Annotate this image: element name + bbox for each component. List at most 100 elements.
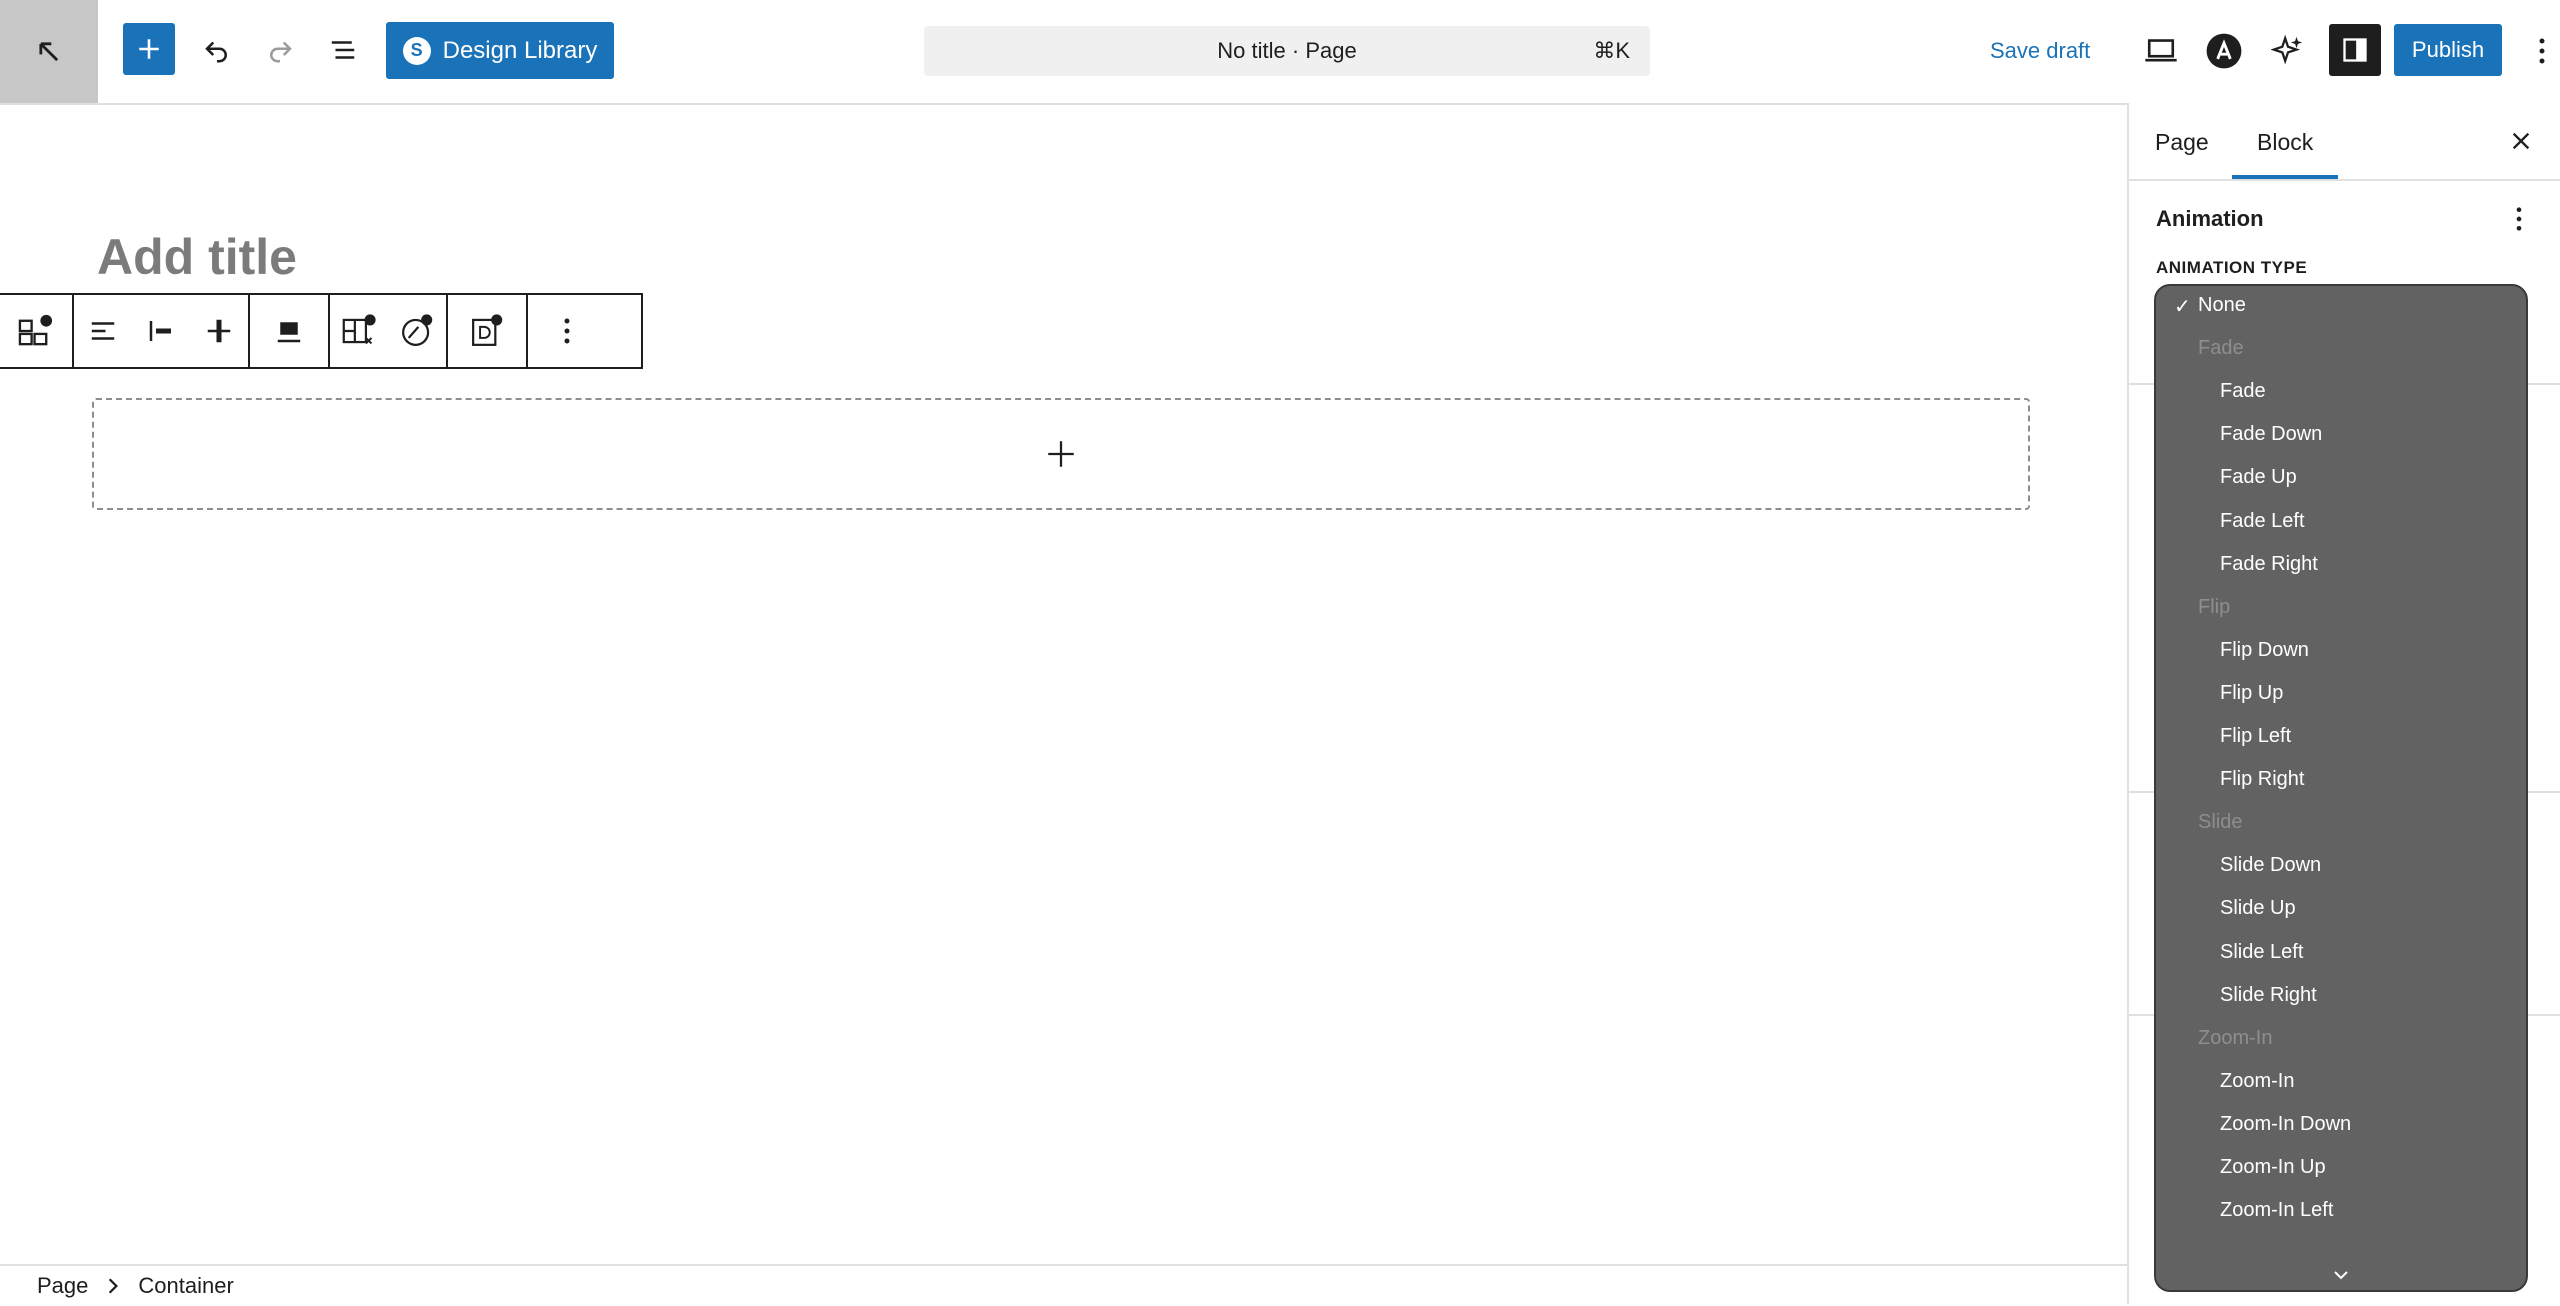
block-toolbar-group [528,295,606,367]
dropdown-option[interactable]: Fade [2156,370,2526,413]
more-vertical-icon [564,318,570,344]
astra-logo-icon [2206,33,2242,69]
document-overview-button[interactable] [318,25,368,75]
dropdown-option-label: Fade Up [2220,466,2297,489]
command-palette-trigger[interactable]: No title · Page ⌘K [924,26,1650,76]
block-toolbar-group [330,295,448,367]
chevron-right-icon [109,1278,119,1294]
dropdown-option[interactable]: Flip Right [2156,758,2526,801]
dropdown-group-label: Zoom-In [2156,1017,2526,1060]
dropdown-option-label: Fade Left [2220,509,2305,532]
dropdown-option-label: Fade Right [2220,552,2318,575]
astra-settings-button[interactable] [2198,25,2250,77]
layout-switch-icon [342,314,376,345]
dropdown-option[interactable]: Fade Up [2156,456,2526,499]
dropdown-option[interactable]: Zoom-In Down [2156,1103,2526,1146]
more-vertical-icon [2539,38,2545,64]
block-toolbar-group [250,295,330,367]
list-view-icon [331,41,355,59]
publish-button[interactable]: Publish [2394,24,2502,76]
animation-button[interactable] [388,295,446,367]
breadcrumb-item-page[interactable]: Page [0,1273,88,1299]
preview-button[interactable] [2135,25,2187,77]
tab-block[interactable]: Block [2257,129,2313,156]
tab-page[interactable]: Page [2155,129,2209,156]
dropdown-option[interactable]: Flip Left [2156,715,2526,758]
undo-button[interactable] [192,25,242,75]
plus-icon [139,39,159,59]
justify-button[interactable] [132,295,190,367]
active-tab-indicator [2232,175,2338,179]
dropdown-option-label: None [2198,294,2246,316]
dropdown-option[interactable]: Flip Up [2156,672,2526,715]
more-vertical-icon [2516,207,2522,231]
block-appender[interactable] [92,398,2030,510]
panel-title[interactable]: Animation [2156,206,2264,232]
dropdown-option[interactable]: Slide Down [2156,844,2526,887]
panel-options-button[interactable] [2499,199,2539,239]
dropdown-option-label: Fade [2198,337,2244,360]
dropdown-option[interactable]: Slide Left [2156,931,2526,974]
animation-icon [402,314,433,346]
command-shortcut: ⌘K [1593,38,1630,63]
arrow-up-left-icon [39,41,59,61]
dropdown-option[interactable]: Fade Down [2156,413,2526,456]
block-toolbar-group [74,295,250,367]
dropdown-option-label: Fade Down [2220,423,2323,446]
chevron-down-icon[interactable] [2326,1266,2356,1286]
dropdown-option[interactable]: Zoom-In Left [2156,1189,2526,1232]
justify-left-icon [149,321,171,341]
dropdown-option-label: Flip Up [2220,681,2284,704]
block-toolbar-group [448,295,528,367]
align-button[interactable] [74,295,132,367]
dropdown-option[interactable]: Slide Up [2156,887,2526,930]
dropdown-option[interactable]: Slide Right [2156,974,2526,1017]
dropdown-option-label: Slide Left [2220,940,2304,963]
dropdown-option-label: Slide Down [2220,854,2322,877]
settings-sidebar-toggle[interactable] [2329,24,2381,76]
dropdown-option-label: Slide Up [2220,897,2296,920]
dropdown-option[interactable]: Fade Right [2156,543,2526,586]
ai-assistant-button[interactable] [2262,25,2314,77]
block-toolbar-group [0,295,74,367]
dropdown-option[interactable]: Flip Down [2156,629,2526,672]
close-icon [2512,132,2530,150]
dropdown-option-label: Flip [2198,595,2231,618]
animation-type-dropdown[interactable]: ✓ None Fade Fade Fade Down Fade Up Fade Left Fa… [2154,284,2528,1292]
design-library-button[interactable]: S Design Library [386,22,614,79]
dropdown-group-label: Flip [2156,586,2526,629]
dropdown-option[interactable]: Zoom-In [2156,1060,2526,1103]
laptop-icon [2145,39,2177,62]
dropdown-option[interactable]: Zoom-In Up [2156,1146,2526,1189]
vertical-align-button[interactable] [190,295,248,367]
redo-button[interactable] [255,25,305,75]
sidebar-icon [2343,38,2367,62]
breadcrumb-item-container[interactable]: Container [138,1273,233,1299]
dropdown-option-label: Flip Down [2220,638,2309,661]
animation-type-label: ANIMATION TYPE [2156,258,2308,277]
stackable-logo-icon: S [402,36,431,65]
layout-button[interactable] [330,295,388,367]
align-center-icon [207,319,231,343]
width-button[interactable] [250,295,328,367]
block-inserter-button[interactable] [123,23,175,75]
dropdown-option[interactable]: ✓ None [2156,286,2526,327]
sparkles-icon [2271,34,2303,65]
close-sidebar-button[interactable] [2501,121,2541,161]
options-menu-button[interactable] [2524,25,2560,77]
dropdown-option-label: Zoom-In Up [2220,1156,2326,1178]
dropdown-option-label: Zoom-In [2220,1069,2295,1092]
dropdown-option[interactable]: Fade Left [2156,500,2526,543]
align-left-icon [91,322,115,340]
breadcrumb: Page Container [0,1264,2128,1306]
block-options-button[interactable] [528,295,606,367]
dropdown-group-label: Fade [2156,327,2526,370]
container-block-icon [18,314,53,346]
undo-icon [205,41,227,63]
save-draft-button[interactable]: Save draft [1990,25,2090,77]
back-button[interactable] [0,0,98,103]
dynamic-content-button[interactable] [448,295,526,367]
document-title: No title · Page [1217,38,1357,63]
container-block-button[interactable] [0,295,72,367]
post-title-placeholder[interactable]: Add title [97,228,297,286]
